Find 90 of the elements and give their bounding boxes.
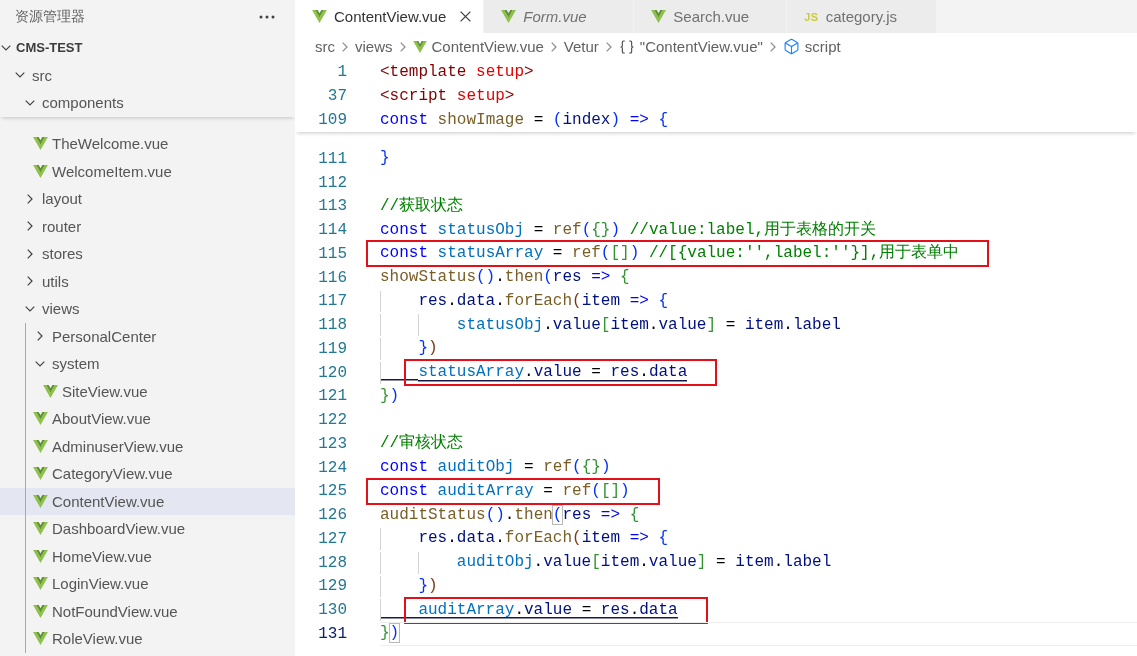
chevron-right-icon <box>769 41 776 52</box>
v-logo-icon <box>32 577 48 591</box>
line-number: 121 <box>317 386 347 408</box>
file-item[interactable]: TheWelcome.vue <box>0 130 295 158</box>
v-logo-icon <box>651 10 667 23</box>
code-line: res.data.forEach(item => { <box>418 290 669 312</box>
breadcrumb-item[interactable]: "ContentView.vue" <box>618 38 763 55</box>
line-number: 126 <box>317 505 347 527</box>
v-logo-icon <box>32 137 48 151</box>
line-number: 122 <box>317 410 347 432</box>
v-logo-icon <box>32 632 48 646</box>
chevron-right-icon <box>550 41 557 52</box>
line-number: 131 <box>317 623 347 645</box>
line-number: 115 <box>317 243 347 265</box>
folder-item[interactable]: components <box>0 89 295 117</box>
v-logo-icon <box>32 439 48 453</box>
chevron-right-icon <box>605 41 612 52</box>
folder-item[interactable]: stores <box>0 240 295 268</box>
v-logo-icon <box>501 10 517 23</box>
v-logo-icon <box>32 549 48 563</box>
explorer-title: 资源管理器 <box>15 8 85 26</box>
code-line: <script setup> <box>380 85 515 107</box>
code-line: const showImage = (index) => { <box>380 109 669 131</box>
line-number: 1 <box>336 62 347 83</box>
v-logo-icon <box>412 40 427 53</box>
line-number: 109 <box>317 110 347 131</box>
line-number: 125 <box>317 481 347 503</box>
code-line: const auditObj = ref({}) <box>380 457 611 479</box>
folder-item[interactable]: router <box>0 212 295 240</box>
line-number: 127 <box>317 528 347 550</box>
v-logo-icon <box>42 384 58 398</box>
code-line: //获取状态 <box>380 195 464 217</box>
code-line: auditObj.value[item.value] = item.label <box>456 552 832 574</box>
more-icon[interactable] <box>259 15 275 19</box>
line-number: 112 <box>317 172 347 194</box>
folder-item[interactable]: utils <box>0 267 295 295</box>
folder-item[interactable]: layout <box>0 185 295 213</box>
line-number: 120 <box>317 362 347 384</box>
folder-item[interactable]: src <box>0 61 295 89</box>
v-logo-icon <box>32 604 48 618</box>
line-number: 123 <box>317 433 347 455</box>
line-number: 124 <box>317 457 347 479</box>
cube-icon <box>782 38 800 55</box>
code-line: }) <box>418 575 438 597</box>
code-line: //审核状态 <box>380 432 464 455</box>
v-logo-icon <box>312 10 327 23</box>
code-line: } <box>380 148 390 170</box>
code-line: statusObj.value[item.value] = item.label <box>456 314 841 336</box>
code-line: res.data.forEach(item => { <box>418 528 669 550</box>
tab[interactable]: Form.vue <box>484 0 635 33</box>
v-logo-icon <box>32 412 48 426</box>
code-line: }) <box>380 623 400 645</box>
breadcrumb-item[interactable]: script <box>782 38 841 55</box>
breadcrumb-item[interactable]: views <box>355 38 393 55</box>
code-line: }) <box>418 338 438 360</box>
code-line: }) <box>380 385 400 407</box>
folder-item[interactable]: views <box>0 295 295 323</box>
v-logo-icon <box>32 522 48 536</box>
v-logo-icon <box>32 164 48 178</box>
code-line: const statusObj = ref({}) //value:label,用于表格的开关 <box>380 219 877 241</box>
line-number: 117 <box>317 291 347 313</box>
line-number: 129 <box>317 576 347 598</box>
line-number: 114 <box>317 220 347 242</box>
js-icon: JS <box>804 10 819 23</box>
line-number: 116 <box>317 267 347 289</box>
chevron-right-icon <box>342 41 348 52</box>
line-number: 111 <box>317 148 347 170</box>
v-logo-icon <box>32 494 48 508</box>
breadcrumb-item[interactable]: ContentView.vue <box>412 38 544 55</box>
line-number: 37 <box>326 86 347 107</box>
braces-icon <box>618 38 635 55</box>
code-line: showStatus().then(res => { <box>380 267 630 289</box>
code-line: auditStatus().then(res => { <box>380 504 640 526</box>
line-number: 118 <box>317 315 347 337</box>
close-icon[interactable] <box>460 11 472 22</box>
code-line: <template setup> <box>380 61 534 83</box>
tab[interactable]: JS category.js <box>787 0 938 33</box>
file-item[interactable]: ContentView.vue <box>0 487 295 515</box>
breadcrumb-item[interactable]: src <box>315 38 335 55</box>
tab[interactable]: ContentView.vue <box>295 0 485 33</box>
line-number: 128 <box>317 552 347 574</box>
line-number: 119 <box>317 338 347 360</box>
tab[interactable]: Search.vue <box>634 0 788 33</box>
line-number: 113 <box>317 196 347 218</box>
file-item[interactable]: WelcomeItem.vue <box>0 157 295 185</box>
breadcrumb-item[interactable]: Vetur <box>563 38 599 55</box>
line-number: 130 <box>317 600 347 622</box>
folder-item[interactable]: CMS-TEST <box>0 34 295 62</box>
v-logo-icon <box>32 467 48 481</box>
chevron-right-icon <box>399 41 406 52</box>
